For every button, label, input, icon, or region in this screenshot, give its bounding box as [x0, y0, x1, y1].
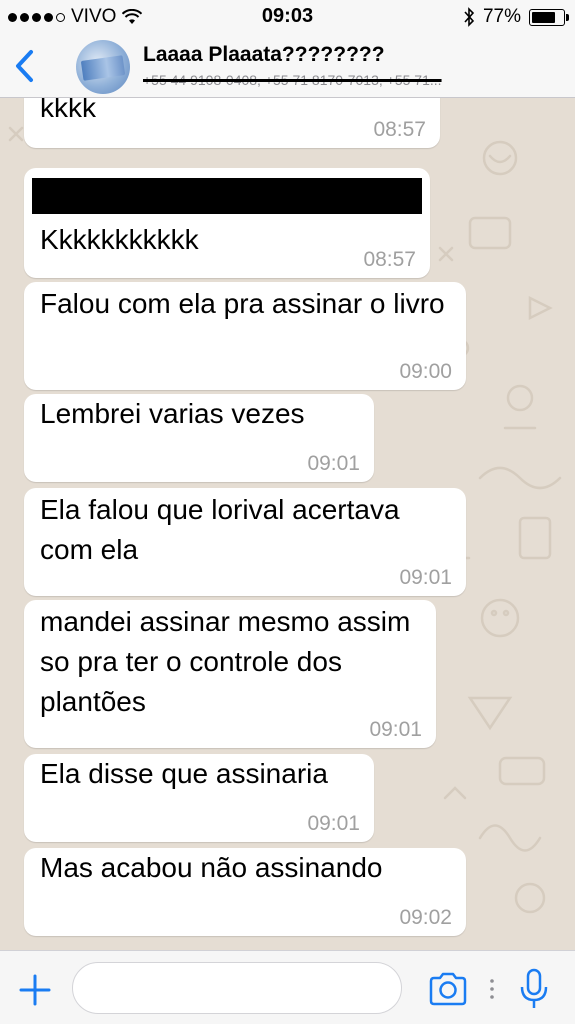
message-input[interactable] — [72, 962, 402, 1014]
message-time: 09:01 — [307, 812, 360, 835]
camera-icon[interactable] — [428, 971, 468, 1007]
message-time: 09:01 — [307, 452, 360, 475]
group-avatar[interactable] — [76, 40, 130, 94]
back-button[interactable] — [10, 46, 40, 86]
message-bubble[interactable]: kkkk 08:57 — [24, 98, 440, 148]
message-text: kkkk — [40, 98, 96, 123]
bluetooth-icon — [464, 7, 475, 27]
plus-icon[interactable] — [18, 973, 52, 1007]
message-time: 08:57 — [363, 248, 416, 271]
message-time: 09:00 — [399, 360, 452, 383]
battery-icon — [529, 8, 569, 26]
battery-percent: 77% — [482, 6, 521, 27]
message-list[interactable]: kkkk 08:57 Kkkkkkkkkkk 08:57 Falou com e… — [0, 98, 575, 950]
message-text: Ela falou que lorival acertava com ela — [40, 494, 400, 565]
participants-list[interactable]: +55 44 9108-0408, +55 71 8170-7013, +55 … — [143, 72, 563, 88]
message-bubble[interactable]: Ela falou que lorival acertava com ela 0… — [24, 488, 466, 596]
message-text: Ela disse que assinaria — [40, 758, 328, 789]
message-time: 09:02 — [399, 906, 452, 929]
more-dots-icon — [490, 979, 494, 999]
compose-bar — [0, 950, 575, 1024]
status-bar: VIVO 09:03 77% — [0, 0, 575, 34]
message-text: Falou com ela pra assinar o livro — [40, 288, 445, 319]
message-text: Mas acabou não assinando — [40, 852, 383, 883]
status-right: 77% — [463, 6, 569, 28]
message-bubble[interactable]: Mas acabou não assinando 09:02 — [24, 848, 466, 936]
message-time: 09:01 — [369, 718, 422, 741]
chat-header: Laaaa Plaaata???????? +55 44 9108-0408, … — [0, 34, 575, 98]
message-bubble[interactable]: Ela disse que assinaria 09:01 — [24, 754, 374, 842]
message-bubble[interactable]: Kkkkkkkkkkk 08:57 — [24, 168, 430, 278]
message-text: mandei assinar mesmo assim so pra ter o … — [40, 606, 411, 717]
message-time: 08:57 — [373, 118, 426, 141]
chat-title[interactable]: Laaaa Plaaata???????? — [143, 43, 385, 67]
battery-level — [532, 11, 556, 23]
message-bubble[interactable]: mandei assinar mesmo assim so pra ter o … — [24, 600, 436, 748]
message-bubble[interactable]: Lembrei varias vezes 09:01 — [24, 394, 374, 482]
microphone-icon[interactable] — [518, 968, 550, 1010]
redacted-sender — [32, 178, 422, 214]
message-bubble[interactable]: Falou com ela pra assinar o livro 09:00 — [24, 282, 466, 390]
message-text: Lembrei varias vezes — [40, 398, 305, 429]
message-time: 09:01 — [399, 566, 452, 589]
